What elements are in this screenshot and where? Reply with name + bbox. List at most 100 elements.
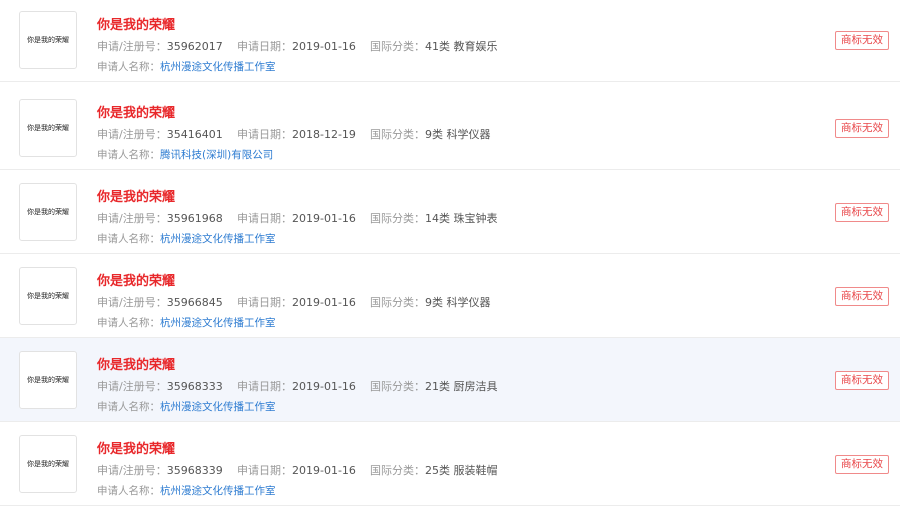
reg-no-label: 申请/注册号： — [97, 40, 167, 53]
apply-date-field: 申请日期：2018-12-19 — [237, 126, 356, 142]
trademark-thumbnail[interactable]: 你是我的荣耀 — [19, 99, 77, 157]
apply-date-label: 申请日期： — [237, 296, 292, 309]
applicant-field: 申请人名称：杭州漫途文化传播工作室 — [97, 483, 276, 498]
reg-no-value: 35416401 — [166, 128, 223, 141]
trademark-thumbnail[interactable]: 你是我的荣耀 — [19, 267, 77, 325]
applicant-label: 申请人名称： — [97, 485, 160, 497]
trademark-title[interactable]: 你是我的荣耀 — [97, 438, 175, 457]
trademark-result-list: 你是我的荣耀 你是我的荣耀 申请/注册号：35962017 申请日期：2019-… — [0, 0, 900, 506]
status-badge: 商标无效 — [835, 31, 889, 50]
intl-class-label: 国际分类： — [370, 296, 425, 309]
apply-date-field: 申请日期：2019-01-16 — [237, 378, 356, 394]
apply-date-value: 2019-01-16 — [292, 380, 356, 393]
applicant-field: 申请人名称：杭州漫途文化传播工作室 — [97, 315, 276, 330]
trademark-title[interactable]: 你是我的荣耀 — [97, 270, 175, 289]
reg-no-field: 申请/注册号：35416401 — [97, 126, 223, 142]
trademark-list-item[interactable]: 你是我的荣耀 你是我的荣耀 申请/注册号：35966845 申请日期：2019-… — [0, 254, 900, 338]
trademark-thumbnail-text: 你是我的荣耀 — [27, 376, 69, 384]
status-badge: 商标无效 — [835, 287, 889, 306]
trademark-thumbnail-text: 你是我的荣耀 — [27, 460, 69, 468]
trademark-list-item[interactable]: 你是我的荣耀 你是我的荣耀 申请/注册号：35968333 申请日期：2019-… — [0, 338, 900, 422]
applicant-label: 申请人名称： — [97, 233, 160, 245]
intl-class-field: 国际分类：41类 教育娱乐 — [370, 38, 498, 54]
apply-date-label: 申请日期： — [237, 40, 292, 53]
trademark-thumbnail-text: 你是我的荣耀 — [27, 36, 69, 44]
apply-date-label: 申请日期： — [237, 464, 292, 477]
reg-no-field: 申请/注册号：35962017 — [97, 38, 223, 54]
reg-no-value: 35966845 — [166, 296, 223, 309]
intl-class-label: 国际分类： — [370, 380, 425, 393]
status-badge: 商标无效 — [835, 203, 889, 222]
applicant-link[interactable]: 杭州漫途文化传播工作室 — [160, 485, 276, 497]
applicant-link[interactable]: 腾讯科技(深圳)有限公司 — [160, 149, 273, 161]
reg-no-label: 申请/注册号： — [97, 464, 167, 477]
apply-date-value: 2019-01-16 — [292, 296, 356, 309]
intl-class-value: 9类 科学仪器 — [425, 296, 491, 309]
apply-date-field: 申请日期：2019-01-16 — [237, 462, 356, 478]
status-badge: 商标无效 — [835, 119, 889, 138]
apply-date-value: 2019-01-16 — [292, 40, 356, 53]
intl-class-value: 9类 科学仪器 — [425, 128, 491, 141]
apply-date-field: 申请日期：2019-01-16 — [237, 210, 356, 226]
apply-date-label: 申请日期： — [237, 128, 292, 141]
intl-class-field: 国际分类：14类 珠宝钟表 — [370, 210, 498, 226]
intl-class-field: 国际分类：9类 科学仪器 — [370, 126, 491, 142]
intl-class-value: 41类 教育娱乐 — [425, 40, 498, 53]
reg-no-value: 35968339 — [166, 464, 223, 477]
trademark-title[interactable]: 你是我的荣耀 — [97, 102, 175, 121]
trademark-thumbnail[interactable]: 你是我的荣耀 — [19, 351, 77, 409]
trademark-title[interactable]: 你是我的荣耀 — [97, 186, 175, 205]
applicant-field: 申请人名称：杭州漫途文化传播工作室 — [97, 399, 276, 414]
apply-date-field: 申请日期：2019-01-16 — [237, 38, 356, 54]
intl-class-value: 21类 厨房洁具 — [425, 380, 498, 393]
trademark-list-item[interactable]: 你是我的荣耀 你是我的荣耀 申请/注册号：35416401 申请日期：2018-… — [0, 86, 900, 170]
trademark-thumbnail-text: 你是我的荣耀 — [27, 124, 69, 132]
reg-no-field: 申请/注册号：35968339 — [97, 462, 223, 478]
apply-date-value: 2019-01-16 — [292, 464, 356, 477]
trademark-list-item[interactable]: 你是我的荣耀 你是我的荣耀 申请/注册号：35962017 申请日期：2019-… — [0, 0, 900, 82]
trademark-list-item[interactable]: 你是我的荣耀 你是我的荣耀 申请/注册号：35968339 申请日期：2019-… — [0, 422, 900, 506]
trademark-title[interactable]: 你是我的荣耀 — [97, 14, 175, 33]
intl-class-label: 国际分类： — [370, 212, 425, 225]
status-badge: 商标无效 — [835, 455, 889, 474]
intl-class-value: 14类 珠宝钟表 — [425, 212, 498, 225]
applicant-field: 申请人名称：杭州漫途文化传播工作室 — [97, 231, 276, 246]
intl-class-field: 国际分类：9类 科学仪器 — [370, 294, 491, 310]
applicant-link[interactable]: 杭州漫途文化传播工作室 — [160, 401, 276, 413]
applicant-link[interactable]: 杭州漫途文化传播工作室 — [160, 61, 276, 73]
applicant-label: 申请人名称： — [97, 401, 160, 413]
reg-no-label: 申请/注册号： — [97, 296, 167, 309]
intl-class-field: 国际分类：25类 服装鞋帽 — [370, 462, 498, 478]
trademark-title[interactable]: 你是我的荣耀 — [97, 354, 175, 373]
intl-class-label: 国际分类： — [370, 40, 425, 53]
reg-no-field: 申请/注册号：35966845 — [97, 294, 223, 310]
applicant-label: 申请人名称： — [97, 149, 160, 161]
reg-no-field: 申请/注册号：35968333 — [97, 378, 223, 394]
intl-class-value: 25类 服装鞋帽 — [425, 464, 498, 477]
trademark-thumbnail[interactable]: 你是我的荣耀 — [19, 435, 77, 493]
trademark-thumbnail[interactable]: 你是我的荣耀 — [19, 11, 77, 69]
reg-no-value: 35962017 — [166, 40, 223, 53]
applicant-label: 申请人名称： — [97, 317, 160, 329]
applicant-link[interactable]: 杭州漫途文化传播工作室 — [160, 233, 276, 245]
trademark-thumbnail-text: 你是我的荣耀 — [27, 208, 69, 216]
applicant-link[interactable]: 杭州漫途文化传播工作室 — [160, 317, 276, 329]
apply-date-value: 2019-01-16 — [292, 212, 356, 225]
intl-class-label: 国际分类： — [370, 464, 425, 477]
trademark-thumbnail[interactable]: 你是我的荣耀 — [19, 183, 77, 241]
reg-no-value: 35968333 — [166, 380, 223, 393]
applicant-field: 申请人名称：腾讯科技(深圳)有限公司 — [97, 147, 273, 162]
reg-no-field: 申请/注册号：35961968 — [97, 210, 223, 226]
reg-no-label: 申请/注册号： — [97, 380, 167, 393]
reg-no-value: 35961968 — [166, 212, 223, 225]
trademark-thumbnail-text: 你是我的荣耀 — [27, 292, 69, 300]
intl-class-field: 国际分类：21类 厨房洁具 — [370, 378, 498, 394]
trademark-list-item[interactable]: 你是我的荣耀 你是我的荣耀 申请/注册号：35961968 申请日期：2019-… — [0, 170, 900, 254]
apply-date-label: 申请日期： — [237, 212, 292, 225]
status-badge: 商标无效 — [835, 371, 889, 390]
reg-no-label: 申请/注册号： — [97, 212, 167, 225]
apply-date-label: 申请日期： — [237, 380, 292, 393]
intl-class-label: 国际分类： — [370, 128, 425, 141]
applicant-label: 申请人名称： — [97, 61, 160, 73]
apply-date-value: 2018-12-19 — [292, 128, 356, 141]
